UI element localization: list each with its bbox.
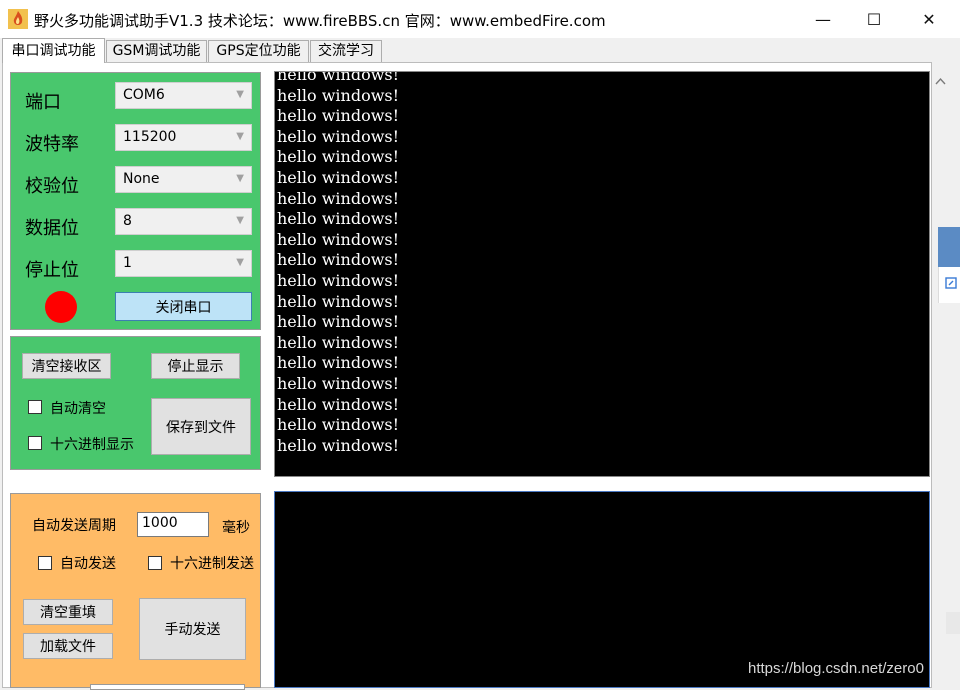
receive-line: hello windows!: [277, 250, 400, 270]
stopbits-label: 停止位: [25, 260, 79, 281]
receive-line: hello windows!: [277, 188, 400, 208]
hex-send-checkbox[interactable]: [148, 556, 162, 570]
receive-line: hello windows!: [277, 126, 400, 146]
tab-exchange[interactable]: 交流学习: [310, 40, 382, 62]
hex-display-label: 十六进制显示: [50, 437, 134, 453]
side-panel-fragment: [938, 227, 960, 267]
hex-send-label: 十六进制发送: [170, 556, 254, 572]
side-panel-fragment: [938, 267, 960, 303]
chevron-down-icon: ▼: [236, 89, 244, 100]
auto-clear-checkbox[interactable]: [28, 400, 42, 414]
manual-send-button[interactable]: 手动发送: [139, 598, 246, 660]
receive-line: hello windows!: [277, 415, 400, 435]
app-flame-icon: [8, 9, 28, 29]
receive-line: hello windows!: [277, 373, 400, 393]
receive-line: hello windows!: [277, 435, 400, 455]
receive-terminal[interactable]: hello windows! hello windows! hello window…: [274, 71, 930, 477]
send-terminal[interactable]: [274, 491, 930, 688]
close-port-button[interactable]: 关闭串口: [115, 292, 252, 321]
port-select[interactable]: COM6 ▼: [115, 82, 252, 109]
databits-value: 8: [123, 213, 132, 229]
tab-gsm[interactable]: GSM调试功能: [106, 40, 207, 62]
baud-value: 115200: [123, 129, 177, 145]
port-value: COM6: [123, 87, 165, 103]
baud-label: 波特率: [25, 134, 79, 155]
maximize-button[interactable]: ☐: [851, 0, 897, 38]
baud-select[interactable]: 115200 ▼: [115, 124, 252, 151]
side-panel-fragment: [946, 612, 960, 634]
receive-line: hello windows!: [277, 147, 400, 167]
minimize-button[interactable]: —: [800, 0, 846, 38]
receive-line: hello windows!: [277, 229, 400, 249]
connection-status-indicator: [45, 291, 77, 323]
watermark: https://blog.csdn.net/zero0: [748, 660, 924, 677]
clear-receive-button[interactable]: 清空接收区: [22, 353, 111, 379]
load-file-button[interactable]: 加载文件: [23, 633, 113, 659]
auto-send-period-label: 自动发送周期: [32, 518, 116, 534]
parity-label: 校验位: [25, 176, 79, 197]
databits-label: 数据位: [25, 218, 79, 239]
stopbits-value: 1: [123, 255, 132, 271]
receive-line: hello windows!: [277, 270, 400, 290]
period-input[interactable]: 1000: [137, 512, 209, 537]
receive-line: hello windows!: [277, 106, 400, 126]
stop-display-button[interactable]: 停止显示: [151, 353, 240, 379]
receive-line: hello windows!: [277, 209, 400, 229]
partial-hidden-field: [90, 684, 245, 690]
chevron-down-icon: ▼: [236, 215, 244, 226]
parity-select[interactable]: None ▼: [115, 166, 252, 193]
chevron-down-icon: ▼: [236, 257, 244, 268]
port-label: 端口: [25, 92, 61, 113]
receive-line: hello windows!: [277, 71, 400, 84]
hex-display-checkbox[interactable]: [28, 436, 42, 450]
databits-select[interactable]: 8 ▼: [115, 208, 252, 235]
auto-send-label: 自动发送: [60, 556, 116, 572]
stopbits-select[interactable]: 1 ▼: [115, 250, 252, 277]
chevron-up-icon: [935, 77, 946, 85]
window-title: 野火多功能调试助手V1.3 技术论坛：www.fireBBS.cn 官网：www…: [34, 12, 606, 30]
auto-send-checkbox[interactable]: [38, 556, 52, 570]
chevron-down-icon: ▼: [236, 173, 244, 184]
receive-line: hello windows!: [277, 167, 400, 187]
receive-line: hello windows!: [277, 85, 400, 105]
auto-clear-label: 自动清空: [50, 401, 106, 417]
receive-line: hello windows!: [277, 312, 400, 332]
period-unit-label: 毫秒: [222, 520, 250, 536]
receive-line: hello windows!: [277, 332, 400, 352]
tab-gps[interactable]: GPS定位功能: [208, 40, 309, 62]
parity-value: None: [123, 171, 160, 187]
save-to-file-button[interactable]: 保存到文件: [151, 398, 251, 455]
clear-refill-button[interactable]: 清空重填: [23, 599, 113, 625]
receive-line: hello windows!: [277, 353, 400, 373]
tab-serial[interactable]: 串口调试功能: [2, 38, 105, 63]
close-button[interactable]: ✕: [906, 0, 952, 38]
share-icon: [945, 277, 957, 289]
chevron-down-icon: ▼: [236, 131, 244, 142]
receive-lines: hello windows! hello windows! hello window…: [277, 71, 400, 456]
receive-line: hello windows!: [277, 394, 400, 414]
receive-line: hello windows!: [277, 291, 400, 311]
